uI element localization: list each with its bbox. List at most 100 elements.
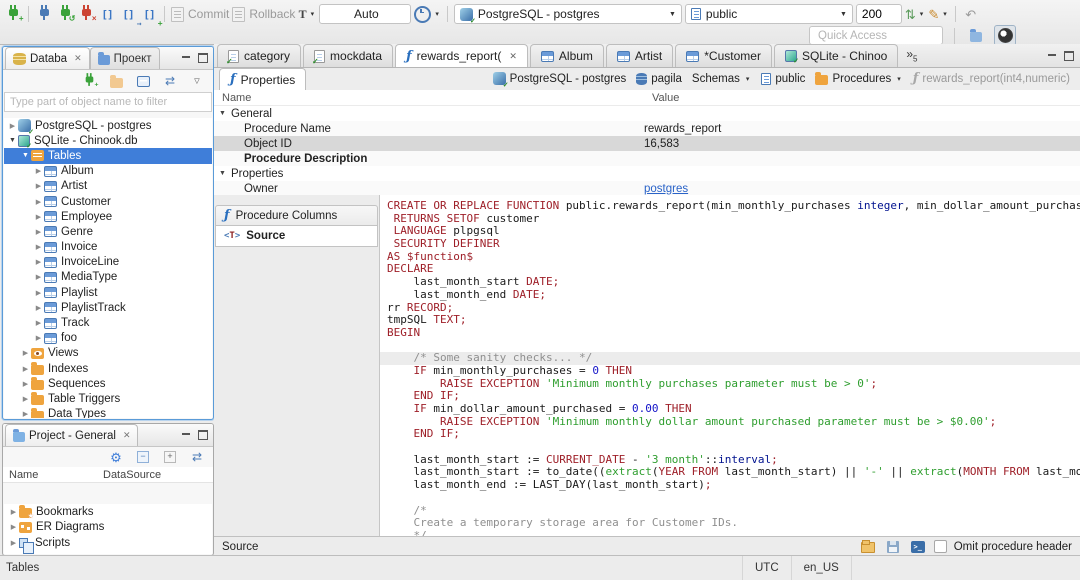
tab-projects[interactable]: Проект <box>89 47 160 69</box>
expand-arrow-icon[interactable]: ▶ <box>20 349 31 357</box>
expand-arrow-icon[interactable]: ▶ <box>33 273 44 281</box>
expand-arrow-icon[interactable]: ▶ <box>33 334 44 342</box>
history-icon[interactable]: ▾ <box>414 4 441 24</box>
tree-item-views[interactable]: ▶ Views <box>4 346 212 361</box>
timezone-indicator[interactable]: UTC <box>742 556 792 580</box>
close-icon[interactable]: ✕ <box>123 430 131 441</box>
project-item-er-diagrams[interactable]: ▶ ER Diagrams <box>4 520 212 536</box>
minimize-editor-icon[interactable] <box>1047 51 1057 60</box>
editor-tab-category[interactable]: category <box>217 44 302 67</box>
tree-item-sqlite-chinook-db[interactable]: ▼ SQLite - Chinook.db <box>4 133 212 150</box>
schema-select[interactable]: public ▼ <box>684 4 853 24</box>
project-item-scripts[interactable]: ▶ Scripts <box>4 535 212 554</box>
rollback-button[interactable]: Rollback <box>232 4 295 24</box>
connect-icon[interactable] <box>35 4 53 24</box>
open-file-icon[interactable] <box>859 537 877 557</box>
tab-project-general[interactable]: Project - General ✕ <box>5 424 139 446</box>
hidden-tabs-indicator[interactable]: »5 <box>906 47 917 63</box>
open-sql-script-icon[interactable]: [] → <box>119 4 141 28</box>
breadcrumb-item-schemas[interactable]: Schemas ▾ <box>692 73 751 85</box>
collapse-arrow-icon[interactable]: ▼ <box>7 137 18 144</box>
settings-gear-icon[interactable]: ⚙ <box>107 447 125 467</box>
collapse-arrow-icon[interactable]: ▼ <box>214 110 231 117</box>
omit-procedure-header-checkbox[interactable] <box>933 540 947 553</box>
reconnect-icon[interactable]: ↺ <box>56 4 76 24</box>
column-datasource[interactable]: DataSource <box>103 469 161 481</box>
fetch-size-input[interactable] <box>855 4 902 24</box>
tree-item-genre[interactable]: ▶ Genre <box>4 224 212 239</box>
tree-item-playlisttrack[interactable]: ▶ PlaylistTrack <box>4 300 212 315</box>
maximize-editor-icon[interactable] <box>1064 51 1074 61</box>
maximize-panel-icon[interactable] <box>198 430 208 440</box>
project-item-bookmarks[interactable]: ▶ Bookmarks <box>4 504 212 520</box>
new-connection-icon[interactable]: + <box>4 4 24 24</box>
expand-arrow-icon[interactable]: ▶ <box>8 539 19 547</box>
close-icon[interactable]: ✕ <box>74 53 82 64</box>
transaction-log-icon[interactable]: T ▾ <box>298 4 316 24</box>
breadcrumb-item-pagila[interactable]: pagila <box>636 72 682 85</box>
expand-arrow-icon[interactable]: ▶ <box>33 319 44 327</box>
expand-arrow-icon[interactable]: ▶ <box>33 289 44 297</box>
chevron-down-icon[interactable]: ▾ <box>895 75 903 83</box>
breadcrumb-item-procedures[interactable]: Procedures ▾ <box>815 72 902 85</box>
tree-item-postgresql-postgres[interactable]: ▶ PostgreSQL - postgres <box>4 118 212 136</box>
open-console-icon[interactable]: >_ <box>909 537 927 557</box>
side-tab-procedure-columns[interactable]: ƒ Procedure Columns <box>215 205 378 226</box>
editor-tab-album[interactable]: Album <box>529 44 604 67</box>
property-value-link[interactable]: postgres <box>644 183 688 195</box>
tree-item-customer[interactable]: ▶ Customer <box>4 194 212 209</box>
tree-item-employee[interactable]: ▶ Employee <box>4 209 212 224</box>
expand-arrow-icon[interactable]: ▶ <box>33 213 44 221</box>
collapse-arrow-icon[interactable]: ▼ <box>20 152 31 159</box>
column-name[interactable]: Name <box>214 92 652 104</box>
dbeaver-perspective-icon[interactable] <box>994 25 1016 46</box>
source-code-view[interactable]: CREATE OR REPLACE FUNCTION public.reward… <box>380 195 1080 536</box>
column-name[interactable]: Name <box>3 469 103 481</box>
tree-item-tables[interactable]: ▼ Tables <box>4 148 212 164</box>
breadcrumb-item-public[interactable]: public <box>761 72 805 85</box>
editor-tab-rewards-report-[interactable]: ƒ rewards_report(✕ <box>395 44 528 67</box>
expand-arrow-icon[interactable]: ▶ <box>33 198 44 206</box>
connection-select[interactable]: PostgreSQL - postgres ▼ <box>453 4 682 25</box>
object-filter-input[interactable] <box>4 92 212 112</box>
expand-arrow-icon[interactable]: ▶ <box>20 365 31 373</box>
tree-item-foo[interactable]: ▶ foo <box>4 331 212 346</box>
tree-item-table-triggers[interactable]: ▶ Table Triggers <box>4 391 212 406</box>
expand-arrow-icon[interactable]: ▶ <box>20 410 31 418</box>
property-row-general[interactable]: ▼ General <box>214 106 1080 121</box>
locale-indicator[interactable]: en_US <box>792 556 852 580</box>
commit-button[interactable]: Commit <box>171 4 229 24</box>
edit-icon[interactable]: ✎ ▾ <box>928 4 948 24</box>
expand-arrow-icon[interactable]: ▶ <box>33 304 44 312</box>
side-tab-source[interactable]: <T> Source <box>215 226 378 247</box>
tree-item-invoiceline[interactable]: ▶ InvoiceLine <box>4 255 212 270</box>
collapse-all-icon[interactable]: − <box>134 447 152 467</box>
new-connection-icon[interactable]: + <box>80 71 98 91</box>
property-row-object-id[interactable]: Object ID 16,583 <box>214 136 1080 151</box>
expand-arrow-icon[interactable]: ▶ <box>33 243 44 251</box>
minimize-panel-icon[interactable] <box>181 53 191 62</box>
sql-editor-icon[interactable]: [] <box>98 4 116 24</box>
tree-item-data-types[interactable]: ▶ Data Types <box>4 407 212 418</box>
view-menu-icon[interactable]: ▽ <box>188 71 206 91</box>
undo-icon[interactable]: ↶ <box>962 4 980 24</box>
tree-item-album[interactable]: ▶ Album <box>4 164 212 179</box>
link-with-editor-icon[interactable]: ⇄ <box>161 71 179 91</box>
breadcrumb-item-rewards-report-int4-numeric-[interactable]: ƒ rewards_report(int4,numeric) <box>913 72 1070 85</box>
expand-arrow-icon[interactable]: ▶ <box>33 228 44 236</box>
maximize-panel-icon[interactable] <box>198 53 208 63</box>
tree-item-sequences[interactable]: ▶ Sequences <box>4 376 212 391</box>
expand-arrow-icon[interactable]: ▶ <box>8 523 19 531</box>
transaction-mode-select[interactable]: Auto <box>319 4 412 24</box>
refresh-icon[interactable]: ⇅ ▾ <box>905 4 925 24</box>
expand-arrow-icon[interactable]: ▶ <box>33 167 44 175</box>
new-sql-editor-icon[interactable]: [] + <box>140 4 162 28</box>
expand-arrow-icon[interactable]: ▶ <box>33 182 44 190</box>
tab-properties[interactable]: ƒ Properties <box>219 68 307 90</box>
tab-database-navigator[interactable]: Databa ✕ <box>5 47 90 69</box>
property-row-owner[interactable]: Owner postgres <box>214 181 1080 196</box>
tree-item-playlist[interactable]: ▶ Playlist <box>4 285 212 300</box>
property-row-procedure-name[interactable]: Procedure Name rewards_report <box>214 121 1080 136</box>
link-with-editor-icon[interactable]: ⇄ <box>188 447 206 467</box>
new-folder-icon[interactable] <box>107 71 125 91</box>
